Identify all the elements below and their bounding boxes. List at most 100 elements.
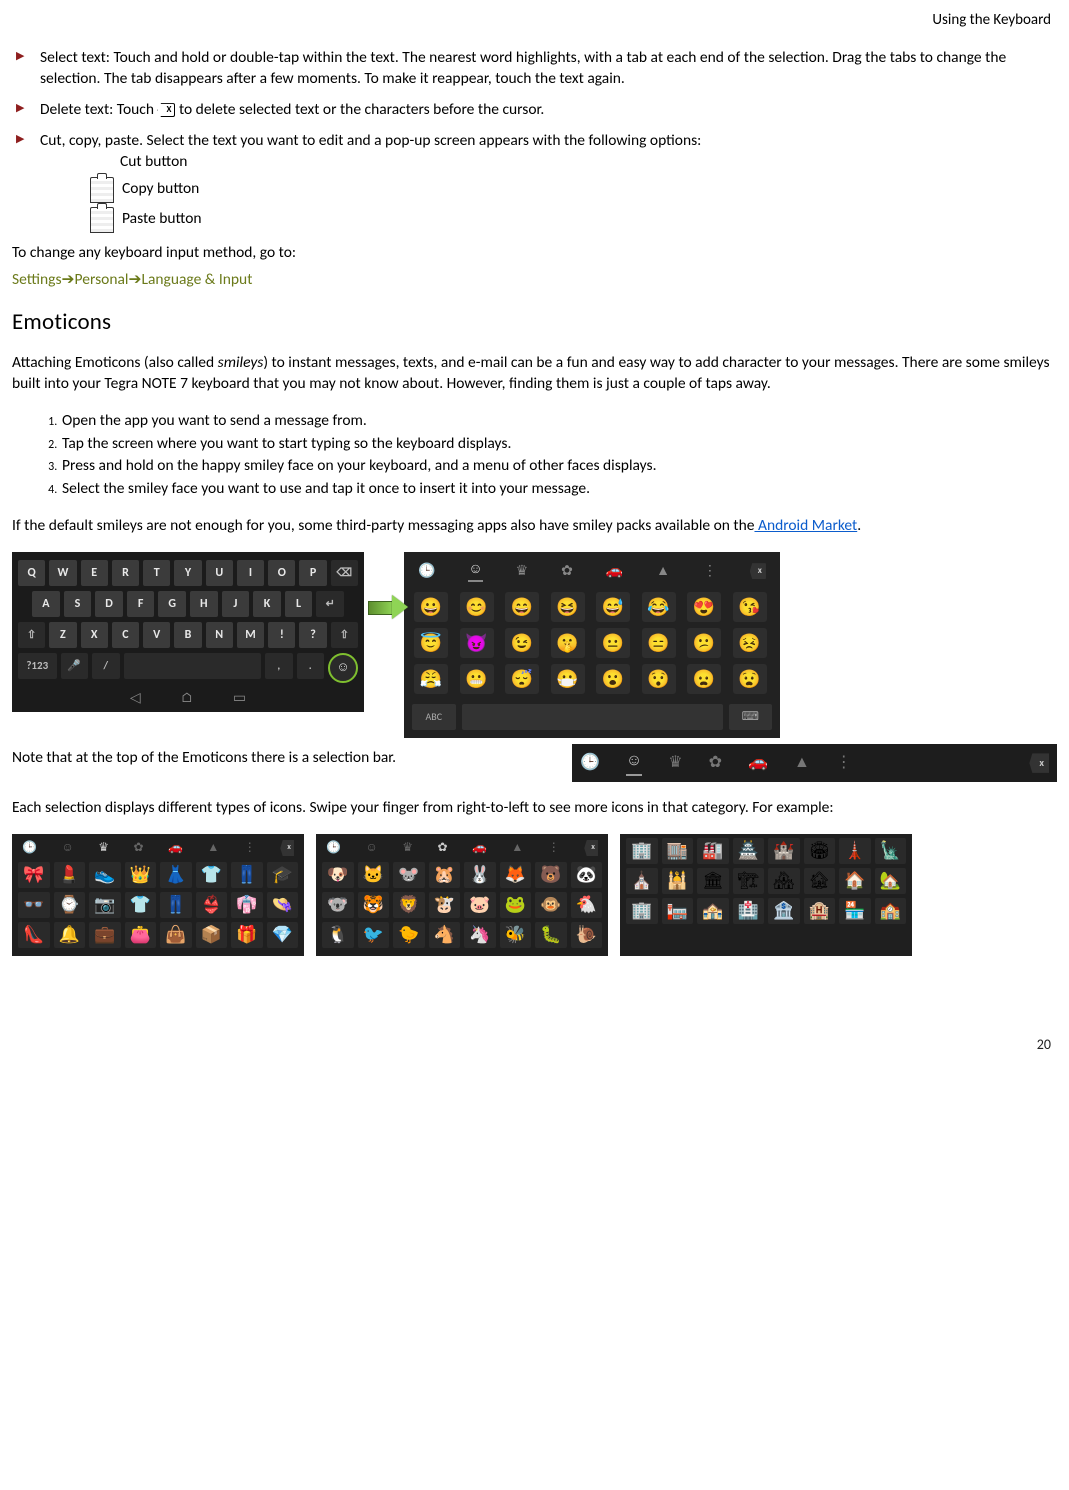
emoji-face[interactable]: 😧	[733, 664, 767, 694]
emoji-backspace-icon[interactable]: x	[750, 563, 766, 579]
key-u[interactable]: U	[206, 560, 233, 586]
nav-home-icon[interactable]: ⌂	[181, 689, 193, 708]
emoji-animal[interactable]: 🐭	[393, 862, 425, 888]
emoji-animal[interactable]: 🦊	[500, 862, 532, 888]
key-symbols[interactable]: ?123	[18, 653, 57, 679]
emoji-animal[interactable]: 🐹	[429, 862, 461, 888]
emoji-keyboard-icon[interactable]: ⌨	[729, 704, 773, 730]
tab-faces-icon[interactable]: ☺	[468, 560, 482, 582]
emoji-object[interactable]: ⌚	[54, 892, 86, 918]
nav-back-icon[interactable]: ◁	[130, 689, 141, 708]
emoji-object[interactable]: 📷	[89, 892, 121, 918]
emoji-place[interactable]: 🏛	[697, 868, 729, 894]
key-k[interactable]: K	[253, 591, 281, 617]
key-s[interactable]: S	[64, 591, 92, 617]
emoji-object[interactable]: 👑	[125, 862, 157, 888]
mp2-tri-icon[interactable]: ▲	[511, 840, 523, 856]
emoji-place[interactable]: ⛪	[626, 868, 658, 894]
tab-flower-icon[interactable]: ✿	[561, 562, 573, 581]
emoji-face[interactable]: 😆	[551, 592, 585, 622]
selbar-more-icon[interactable]: ⋮	[836, 752, 852, 774]
tab-car-icon[interactable]: 🚗	[606, 562, 623, 581]
emoji-object[interactable]: 👓	[18, 892, 50, 918]
key-i[interactable]: I	[237, 560, 264, 586]
emoji-place[interactable]: 🏢	[626, 898, 658, 924]
emoji-place[interactable]: 🏣	[662, 898, 694, 924]
emoji-animal[interactable]: 🐨	[322, 892, 354, 918]
emoji-face[interactable]: 😈	[460, 628, 494, 658]
emoji-object[interactable]: 👙	[196, 892, 228, 918]
mp2-more-icon[interactable]: ⋮	[548, 840, 560, 856]
mp2-flower-icon[interactable]: ✿	[437, 840, 447, 856]
key-m[interactable]: M	[237, 622, 264, 648]
emoji-place[interactable]: 🏥	[733, 898, 765, 924]
key-b[interactable]: B	[174, 622, 201, 648]
emoji-animal[interactable]: 🐯	[358, 892, 390, 918]
emoji-object[interactable]: 👠	[18, 922, 50, 948]
mp1-more-icon[interactable]: ⋮	[244, 840, 256, 856]
emoji-face[interactable]: 😣	[733, 628, 767, 658]
key-x[interactable]: X	[81, 622, 108, 648]
emoji-abc-key[interactable]: ABC	[412, 704, 456, 730]
emoji-animal[interactable]: 🐻	[535, 862, 567, 888]
key-w[interactable]: W	[49, 560, 76, 586]
emoji-object[interactable]: 💄	[54, 862, 86, 888]
emoji-object[interactable]: 👕	[125, 892, 157, 918]
mp1-recent-icon[interactable]: 🕒	[22, 840, 37, 856]
key-a[interactable]: A	[32, 591, 60, 617]
emoji-animal[interactable]: 🐌	[571, 922, 603, 948]
emoji-place[interactable]: 🏯	[733, 838, 765, 864]
emoji-place[interactable]: 🏭	[697, 838, 729, 864]
emoji-place[interactable]: 🕌	[662, 868, 694, 894]
key-excl[interactable]: !	[268, 622, 295, 648]
android-market-link[interactable]: Android Market	[754, 516, 857, 535]
selbar-backspace-icon[interactable]: x	[1029, 753, 1049, 773]
emoji-space-key[interactable]	[462, 704, 723, 730]
selbar-faces-icon[interactable]: ☺	[626, 750, 642, 777]
emoji-object[interactable]: 👕	[196, 862, 228, 888]
emoji-place[interactable]: 🏡	[875, 868, 907, 894]
emoji-animal[interactable]: 🐛	[535, 922, 567, 948]
emoji-object[interactable]: 👗	[160, 862, 192, 888]
emoji-animal[interactable]: 🐴	[429, 922, 461, 948]
key-j[interactable]: J	[222, 591, 250, 617]
key-quest[interactable]: ?	[299, 622, 326, 648]
emoji-face[interactable]: 😴	[505, 664, 539, 694]
emoji-face[interactable]: 😘	[733, 592, 767, 622]
key-shift-left[interactable]: ⇧	[18, 622, 45, 648]
emoji-animal[interactable]: 🐰	[464, 862, 496, 888]
emoji-place[interactable]: 🏠	[839, 868, 871, 894]
emoji-object[interactable]: 💎	[267, 922, 299, 948]
emoji-object[interactable]: 🎀	[18, 862, 50, 888]
emoji-animal[interactable]: 🐝	[500, 922, 532, 948]
emoji-face[interactable]: 😤	[414, 664, 448, 694]
emoji-animal[interactable]: 🐦	[358, 922, 390, 948]
emoji-animal[interactable]: 🐔	[571, 892, 603, 918]
mp2-crown-icon[interactable]: ♛	[402, 840, 413, 856]
emoji-object[interactable]: 👟	[89, 862, 121, 888]
key-dot[interactable]: .	[297, 653, 325, 679]
emoji-object[interactable]: 👒	[267, 892, 299, 918]
emoji-face[interactable]: 😦	[687, 664, 721, 694]
tab-more-icon[interactable]: ⋮	[703, 562, 717, 581]
key-d[interactable]: D	[95, 591, 123, 617]
selbar-triangle-icon[interactable]: ▲	[794, 752, 810, 774]
emoji-animal[interactable]: 🐮	[429, 892, 461, 918]
key-q[interactable]: Q	[18, 560, 45, 586]
emoji-face[interactable]: 😇	[414, 628, 448, 658]
emoji-place[interactable]: 🏟	[804, 838, 836, 864]
key-backspace[interactable]: ⌫	[331, 560, 358, 586]
emoji-face[interactable]: 😀	[414, 592, 448, 622]
emoji-face[interactable]: 😷	[551, 664, 585, 694]
emoji-animal[interactable]: 🐵	[535, 892, 567, 918]
key-p[interactable]: P	[299, 560, 326, 586]
emoji-object[interactable]: 💼	[89, 922, 121, 948]
mp2-car-icon[interactable]: 🚗	[472, 840, 487, 856]
tab-crown-icon[interactable]: ♛	[516, 562, 529, 581]
emoji-place[interactable]: 🏢	[626, 838, 658, 864]
emoji-face[interactable]: 😯	[642, 664, 676, 694]
emoji-animal[interactable]: 🦄	[464, 922, 496, 948]
emoji-animal[interactable]: 🐷	[464, 892, 496, 918]
key-y[interactable]: Y	[174, 560, 201, 586]
emoji-face[interactable]: 😄	[505, 592, 539, 622]
